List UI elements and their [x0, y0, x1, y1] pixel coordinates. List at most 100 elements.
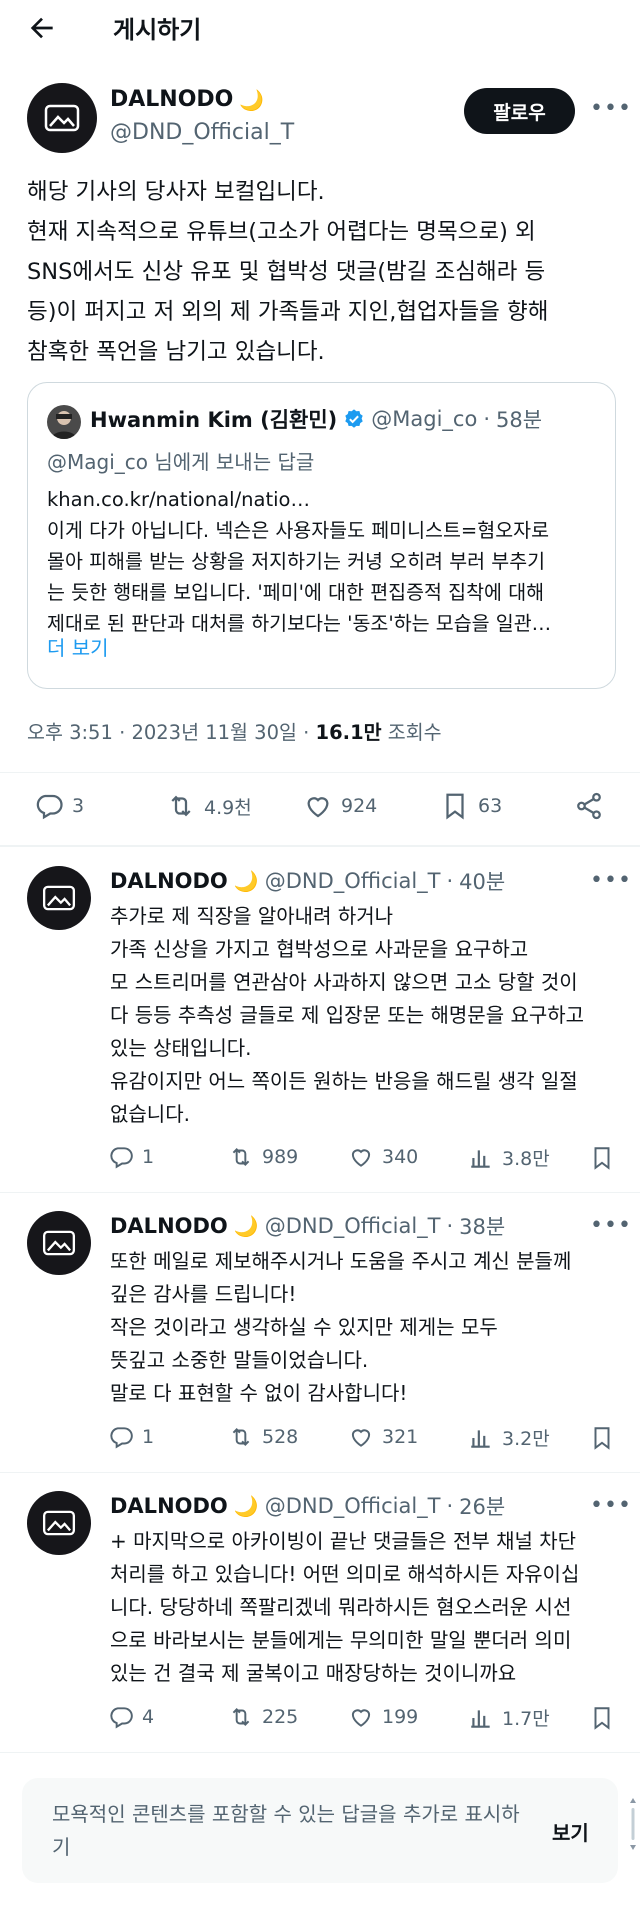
author-name-row[interactable]: DALNODO 🌙 — [110, 87, 264, 112]
like-button[interactable]: 924 — [303, 791, 377, 821]
retweet-count: 4.9천 — [204, 796, 252, 819]
bookmark-icon[interactable] — [589, 1424, 615, 1452]
divider — [0, 772, 640, 773]
divider — [0, 1752, 640, 1753]
like-button[interactable]: 199 — [348, 1704, 418, 1730]
reply-count: 1 — [142, 1146, 155, 1168]
reply-author-row[interactable]: DALNODO 🌙 @DND_Official_T · 26분 — [110, 1491, 505, 1521]
share-button[interactable] — [574, 791, 604, 821]
reply-author-name[interactable]: DALNODO — [110, 1494, 228, 1518]
reply-bubble-icon — [110, 1147, 133, 1169]
reply-line: 또한 메일로 제보해주시거나 도움을 주시고 계신 분들께 — [110, 1249, 572, 1273]
more-dots-icon[interactable]: ••• — [590, 1493, 632, 1518]
reply-time[interactable]: 38분 — [459, 1211, 505, 1241]
reply-button[interactable]: 4 — [108, 1704, 154, 1730]
quote-author-name: Hwanmin Kim (김환민) — [90, 408, 338, 432]
bar-chart-icon — [471, 1429, 490, 1448]
reply-author-row[interactable]: DALNODO 🌙 @DND_Official_T · 40분 — [110, 866, 505, 896]
avatar[interactable] — [27, 83, 97, 153]
separator-dot: · — [446, 1214, 454, 1238]
more-dots-icon[interactable]: ••• — [590, 868, 632, 893]
author-handle[interactable]: @DND_Official_T — [110, 120, 294, 145]
offensive-replies-notice[interactable]: 모욕적인 콘텐츠를 포함할 수 있는 답글을 추가로 표시하기 보기 — [22, 1778, 636, 1883]
bookmark-button[interactable]: 63 — [440, 791, 502, 821]
reply-line: 있는 상태입니다. — [110, 1036, 252, 1060]
reply-time[interactable]: 26분 — [459, 1491, 505, 1521]
reply-line: 처리를 하고 있습니다! 어떤 의미로 해석하시든 자유이십 — [110, 1562, 580, 1586]
quote-handle: @Magi_co — [371, 407, 478, 431]
reply-count: 4 — [142, 1706, 155, 1728]
reply-bubble-icon — [110, 1427, 133, 1449]
avatar[interactable] — [27, 1491, 91, 1555]
post-line: 해당 기사의 당사자 보컬입니다. — [27, 179, 325, 205]
scrollbar[interactable] — [628, 1794, 638, 1854]
heart-icon — [351, 1149, 371, 1167]
reply-author-row[interactable]: DALNODO 🌙 @DND_Official_T · 38분 — [110, 1211, 505, 1241]
reply-line: 으로 바라보시는 분들에게는 무의미한 말일 뿐더러 의미 — [110, 1628, 572, 1652]
view-count: 3.2만 — [502, 1428, 550, 1450]
reply-button[interactable]: 1 — [108, 1424, 154, 1450]
quote-reply-to: @Magi_co 님에게 보내는 답글 — [47, 450, 315, 474]
retweet-button[interactable]: 528 — [228, 1424, 298, 1450]
reply-author-name[interactable]: DALNODO — [110, 1214, 228, 1238]
reply-handle[interactable]: @DND_Official_T — [265, 1214, 441, 1238]
retweet-count: 528 — [262, 1426, 299, 1448]
post-body: 해당 기사의 당사자 보컬입니다. 현재 지속적으로 유튜브(고소가 어렵다는 … — [27, 172, 627, 372]
more-dots-icon[interactable]: ••• — [590, 96, 632, 121]
reply-handle[interactable]: @DND_Official_T — [265, 1494, 441, 1518]
retweet-icon — [232, 1708, 250, 1726]
reply-author-name[interactable]: DALNODO — [110, 869, 228, 893]
reply-line: 작은 것이라고 생각하실 수 있지만 제게는 모두 — [110, 1315, 498, 1339]
views-button[interactable]: 3.8만 — [468, 1144, 550, 1171]
avatar[interactable] — [27, 1211, 91, 1275]
reply-line: 뜻깊고 소중한 말들이었습니다. — [110, 1348, 369, 1372]
quote-avatar — [47, 405, 81, 439]
more-dots-icon[interactable]: ••• — [590, 1213, 632, 1238]
author-name[interactable]: DALNODO — [110, 87, 233, 112]
views-button[interactable]: 1.7만 — [468, 1704, 550, 1731]
show-more-link[interactable]: 더 보기 — [47, 632, 109, 661]
reply-time[interactable]: 40분 — [459, 866, 505, 896]
reply-button[interactable]: 1 — [108, 1144, 154, 1170]
like-button[interactable]: 340 — [348, 1144, 418, 1170]
bar-chart-icon — [471, 1149, 490, 1168]
bookmark-icon[interactable] — [589, 1144, 615, 1172]
view-count: 16.1만 — [315, 721, 382, 744]
bookmark-icon[interactable] — [589, 1704, 615, 1732]
show-button[interactable]: 보기 — [552, 1817, 589, 1846]
crescent-moon-icon: 🌙 — [233, 1214, 259, 1238]
retweet-button[interactable]: 989 — [228, 1144, 298, 1170]
reply-handle[interactable]: @DND_Official_T — [265, 869, 441, 893]
retweet-icon — [232, 1148, 250, 1166]
retweet-icon — [232, 1428, 250, 1446]
retweet-button[interactable]: 225 — [228, 1704, 298, 1730]
avatar[interactable] — [27, 866, 91, 930]
view-count: 1.7만 — [502, 1708, 550, 1730]
divider — [0, 1192, 640, 1193]
notice-text: 모욕적인 콘텐츠를 포함할 수 있는 답글을 추가로 표시하기 — [52, 1802, 520, 1859]
views-button[interactable]: 3.2만 — [468, 1424, 550, 1451]
post-line: 등)이 퍼지고 저 외의 제 가족들과 지인,협업자들을 향해 — [27, 299, 549, 325]
bookmark-count: 63 — [478, 795, 503, 817]
reply-button[interactable]: 3 — [34, 791, 84, 821]
timestamp-text: 오후 3:51 · 2023년 11월 30일 · — [27, 721, 316, 744]
reply-body: 추가로 제 직장을 알아내려 하거나 가족 신상을 가지고 협박성으로 사과문을… — [110, 900, 625, 1131]
like-count: 199 — [382, 1706, 419, 1728]
post-line: 참혹한 폭언을 남기고 있습니다. — [27, 339, 325, 365]
reply-count: 1 — [142, 1426, 155, 1448]
separator-dot: · — [446, 869, 454, 893]
reply-line: 깊은 감사를 드립니다! — [110, 1282, 297, 1306]
bar-chart-icon — [471, 1709, 490, 1728]
like-button[interactable]: 321 — [348, 1424, 418, 1450]
follow-button[interactable]: 팔로우 — [464, 88, 575, 134]
quoted-tweet-card[interactable]: Hwanmin Kim (김환민) @Magi_co · 58분 @Magi_c… — [27, 382, 616, 689]
quote-line: 는 듯한 행태를 보입니다. '페미'에 대한 편집증적 집착에 대해 — [47, 581, 545, 604]
crescent-moon-icon: 🌙 — [239, 87, 265, 112]
quote-body: khan.co.kr/national/natio… 이게 다가 아닙니다. 넥… — [47, 484, 607, 639]
retweet-button[interactable]: 4.9천 — [166, 791, 252, 821]
reply-line: + 마지막으로 아카이빙이 끝난 댓글들은 전부 채널 차단 — [110, 1529, 577, 1553]
arrow-left-icon[interactable] — [26, 12, 58, 44]
reply-line: 니다. 당당하네 쪽팔리겠네 뭐라하시든 혐오스러운 시선 — [110, 1595, 572, 1619]
reply-count: 3 — [72, 795, 85, 817]
retweet-count: 225 — [262, 1706, 299, 1728]
